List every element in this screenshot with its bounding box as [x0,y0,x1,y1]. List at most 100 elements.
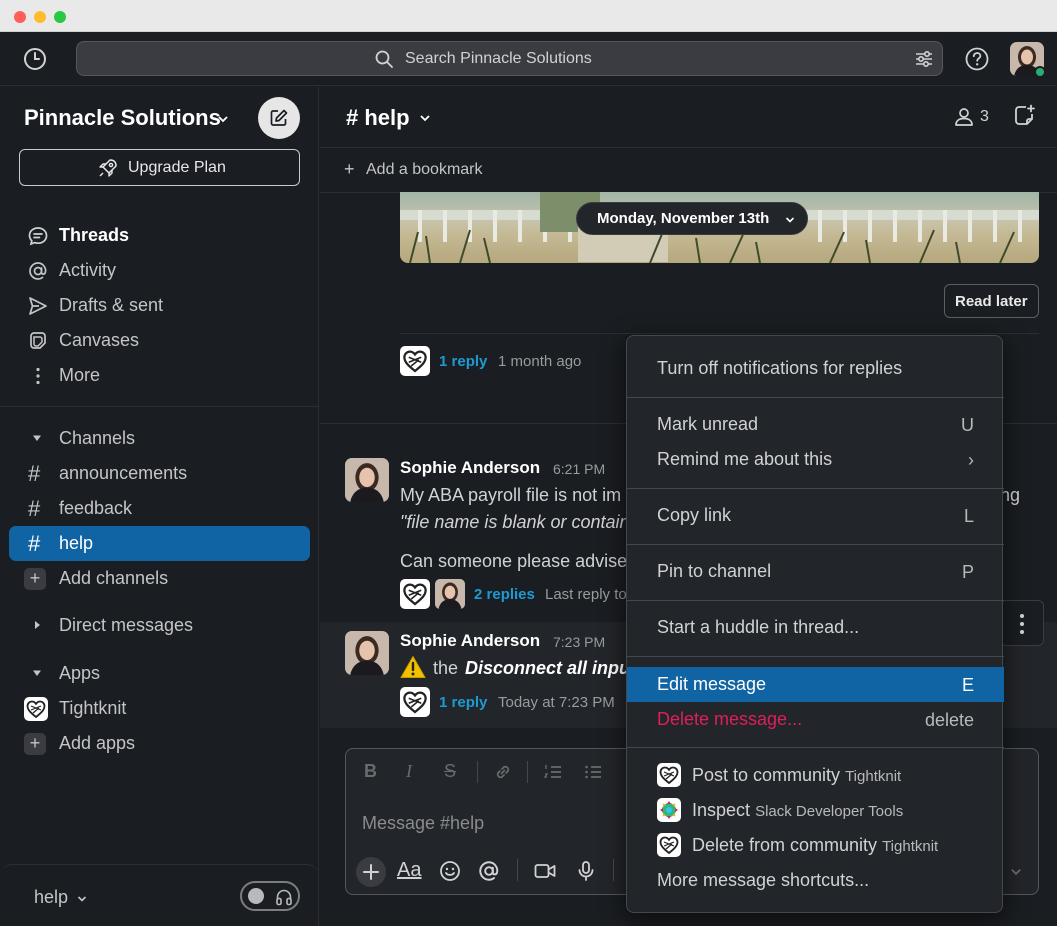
nav-threads[interactable]: Threads [0,218,319,253]
reply-avatar-tightknit[interactable] [400,579,430,609]
more-vertical-icon [1020,614,1024,634]
upgrade-plan-button[interactable]: Upgrade Plan [19,149,300,186]
menu-item-inspect[interactable]: Inspect Slack Developer Tools [627,793,1004,828]
add-bookmark-button[interactable]: Add a bookmark [366,161,483,179]
strikethrough-icon[interactable]: S [444,761,456,782]
menu-separator [627,747,1004,748]
message-timestamp[interactable]: 7:23 PM [553,634,605,650]
menu-item-mark-unread[interactable]: Mark unread U [627,407,1004,442]
message-timestamp[interactable]: 6:21 PM [553,461,605,477]
caret-down-icon [33,435,41,441]
search-bar[interactable]: Search Pinnacle Solutions [76,41,943,76]
huddle-toggle[interactable] [240,881,300,911]
nav-canvases-label: Canvases [59,330,140,350]
menu-item-copy-link[interactable]: Copy link L [627,498,1004,533]
channel-label: feedback [59,498,133,518]
date-divider-jump[interactable]: Monday, November 13th [576,202,808,235]
sidebar-channel-feedback[interactable]: # feedback [0,491,319,526]
window-titlebar [0,0,1057,32]
menu-item-delete-from-community[interactable]: Delete from community Tightknit [627,828,1004,863]
sidebar-channel-help[interactable]: # help [0,526,319,561]
mention-icon[interactable] [477,859,501,883]
reply-avatar-user[interactable] [435,579,465,609]
formatting-toggle-icon[interactable]: Aa [397,859,421,882]
message-input[interactable]: Message #help [362,813,484,834]
sidebar-app-tightknit[interactable]: Tightknit [0,691,319,726]
minimize-window-button[interactable] [34,11,46,23]
attach-button[interactable] [356,857,386,887]
read-later-button[interactable]: Read later [944,284,1039,318]
video-icon[interactable] [533,859,557,883]
nav-canvases[interactable]: Canvases [0,323,319,358]
numbered-list-icon[interactable] [543,762,563,782]
thread-replies-link[interactable]: 1 reply [439,694,487,711]
members-button[interactable]: 3 [953,105,993,129]
person-icon [955,108,973,126]
menu-item-label: Delete message... [657,709,803,729]
emoji-icon[interactable] [438,859,462,883]
reply-avatar-tightknit[interactable] [400,687,430,717]
message-author[interactable]: Sophie Anderson [400,458,540,478]
nav-activity[interactable]: Activity [0,253,319,288]
plus-icon: + [24,733,46,755]
add-channels-button[interactable]: + Add channels [0,561,319,596]
huddle-channel-label[interactable]: help [34,887,68,908]
channel-title[interactable]: # help [346,105,410,131]
menu-item-label: Start a huddle in thread... [657,617,860,637]
toolbar-separator [613,859,614,881]
message-avatar[interactable] [345,458,389,502]
menu-item-label: Remind me about this [657,449,833,469]
plus-icon: + [24,568,46,590]
link-icon[interactable] [493,762,513,782]
history-icon[interactable] [22,46,48,72]
chevron-down-icon[interactable] [1010,866,1022,878]
menu-item-pin-to-channel[interactable]: Pin to channel P [627,554,1004,589]
menu-item-label: Mark unread [657,414,759,434]
menu-item-label: Turn off notifications for replies [657,358,903,378]
plus-icon[interactable]: + [344,159,355,180]
zoom-window-button[interactable] [54,11,66,23]
menu-item-delete-message[interactable]: Delete message... delete [627,702,1004,737]
toolbar-separator [517,859,518,881]
chevron-down-icon[interactable] [217,113,229,125]
workspace-name[interactable]: Pinnacle Solutions [24,105,221,131]
menu-item-label: More message shortcuts... [657,870,870,890]
close-window-button[interactable] [14,11,26,23]
dm-section-header[interactable]: Direct messages [0,608,319,642]
italic-icon[interactable]: I [406,761,412,782]
apps-header-label: Apps [59,663,101,683]
nav-drafts-sent[interactable]: Drafts & sent [0,288,319,323]
menu-item-more-shortcuts[interactable]: More message shortcuts... [627,863,1004,898]
bulleted-list-icon[interactable] [583,762,603,782]
more-actions-button[interactable] [1000,600,1044,646]
menu-item-edit-message[interactable]: Edit message E [627,667,1004,702]
reply-avatar-tightknit[interactable] [400,346,430,376]
menu-item-remind-me[interactable]: Remind me about this › [627,442,1004,477]
menu-item-turn-off-notifications[interactable]: Turn off notifications for replies [627,351,1004,386]
bookmark-bar: + Add a bookmark [320,147,1057,193]
at-sign-icon [29,262,47,280]
hash-icon: # [28,461,41,486]
compose-button[interactable] [258,97,300,139]
thread-replies-link[interactable]: 2 replies [474,586,535,603]
nav-more[interactable]: More [0,358,319,393]
help-icon[interactable] [964,46,990,72]
channels-section-header[interactable]: Channels [0,421,319,455]
bold-icon[interactable]: B [364,761,377,782]
filter-icon[interactable] [914,49,934,69]
menu-item-start-huddle[interactable]: Start a huddle in thread... [627,610,1004,645]
apps-section-header[interactable]: Apps [0,656,319,690]
chevron-down-icon[interactable] [419,112,431,124]
thread-replies-link[interactable]: 1 reply [439,353,487,370]
message-author[interactable]: Sophie Anderson [400,631,540,651]
message-text: Can someone please advise [400,551,628,571]
chevron-down-icon[interactable] [77,894,87,904]
menu-item-post-to-community[interactable]: Post to community Tightknit [627,758,1004,793]
sidebar-channel-announcements[interactable]: # announcements [0,456,319,491]
menu-item-label: Pin to channel [657,561,772,581]
new-canvas-icon[interactable] [1012,104,1036,128]
microphone-icon[interactable] [574,859,598,883]
message-avatar[interactable] [345,631,389,675]
menu-item-label: Delete from community Tightknit [692,835,939,855]
add-apps-button[interactable]: + Add apps [0,726,319,761]
